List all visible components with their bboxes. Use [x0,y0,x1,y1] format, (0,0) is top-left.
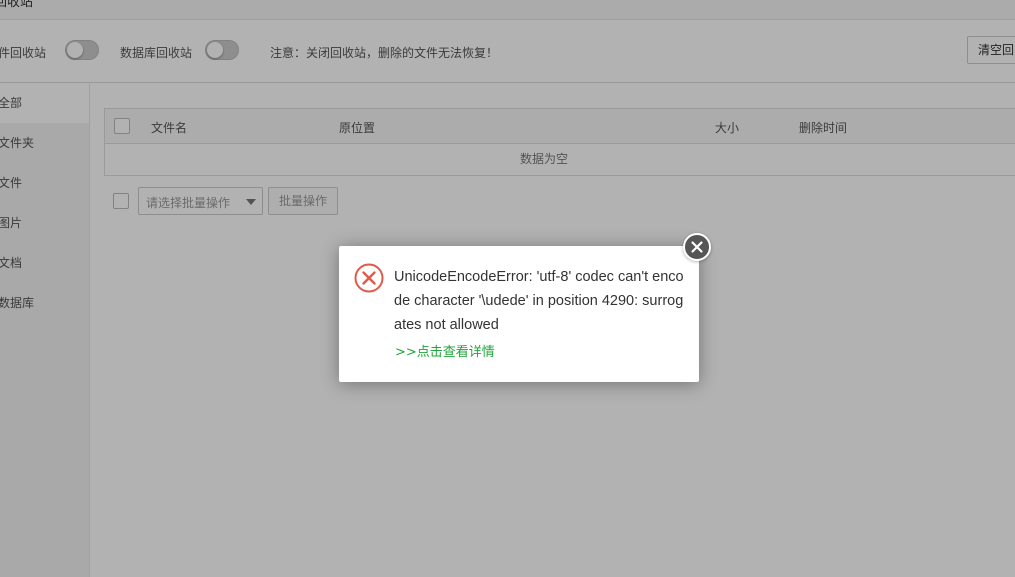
error-icon [354,263,384,293]
view-details-link[interactable]: >>点击查看详情 [395,341,495,360]
error-message: UnicodeEncodeError: 'utf-8' codec can't … [394,269,684,333]
close-icon [691,241,703,253]
error-dialog: UnicodeEncodeError: 'utf-8' codec can't … [339,246,699,382]
close-dialog-button[interactable] [683,233,711,261]
